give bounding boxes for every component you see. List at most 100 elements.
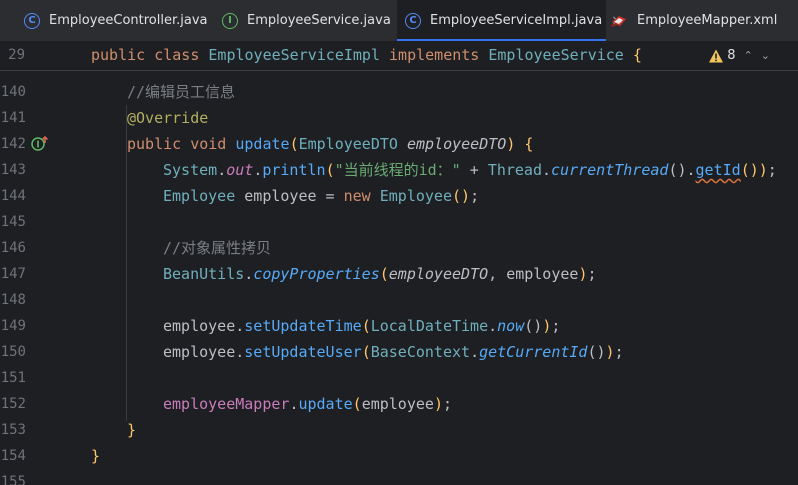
code-row: 152 employeeMapper.update(employee); xyxy=(0,391,798,417)
sticky-class-header[interactable]: 29 public class EmployeeServiceImpl impl… xyxy=(0,41,798,71)
annotation: @Override xyxy=(127,109,209,127)
method-name: update xyxy=(235,135,290,153)
line-number: 142 xyxy=(0,136,26,152)
line-number: 147 xyxy=(0,266,26,282)
java-interface-icon: I xyxy=(222,12,238,29)
field: out xyxy=(226,161,254,179)
line-number: 152 xyxy=(0,396,26,412)
comment: //对象属性拷贝 xyxy=(163,239,272,257)
method-call: setUpdateUser xyxy=(244,343,362,361)
line-number: 29 xyxy=(8,47,25,63)
code-line: //对象属性拷贝 xyxy=(163,235,271,261)
variable: employee xyxy=(163,317,236,335)
line-number: 148 xyxy=(0,292,26,308)
code-row: 141 @Override xyxy=(0,105,798,131)
class-name: EmployeeServiceImpl xyxy=(208,46,380,64)
line-number: 140 xyxy=(0,84,26,100)
method-call: getId xyxy=(695,161,741,179)
inspection-widget[interactable]: 8 ⌃ ⌄ xyxy=(708,41,770,70)
method-call: getCurrentId xyxy=(479,343,588,361)
previous-highlight-icon[interactable]: ⌃ xyxy=(744,49,753,62)
variable: employee xyxy=(506,265,579,283)
next-highlight-icon[interactable]: ⌄ xyxy=(761,49,770,62)
brace: { xyxy=(524,135,534,153)
method-call: setUpdateTime xyxy=(244,317,362,335)
method-call: currentThread xyxy=(551,161,669,179)
code-row: 153 } xyxy=(0,417,798,443)
line-number: 153 xyxy=(0,422,26,438)
brace: } xyxy=(91,447,101,465)
class-name: LocalDateTime xyxy=(370,317,489,335)
parameter: employeeDTO xyxy=(388,265,489,283)
xml-file-icon xyxy=(611,15,626,27)
variable: employee xyxy=(361,395,434,413)
tab-label: EmployeeServiceImpl.java xyxy=(430,13,603,28)
code-row: 143 System.out.println("当前线程的id：" + Thre… xyxy=(0,157,798,183)
class-name: BeanUtils xyxy=(163,265,245,283)
warning-icon xyxy=(709,49,724,62)
code-line: } xyxy=(91,443,100,469)
code-row: 142 public void update(EmployeeDTO emplo… xyxy=(0,131,798,157)
brace: } xyxy=(127,421,137,439)
field: employeeMapper xyxy=(163,395,290,413)
java-class-icon: C xyxy=(405,12,421,29)
code-row: 151 xyxy=(0,365,798,391)
code-line: BeanUtils.copyProperties(employeeDTO, em… xyxy=(163,265,597,283)
variable: employee xyxy=(244,187,317,205)
method-call: now xyxy=(497,317,525,335)
class-name: System xyxy=(163,161,218,179)
variable: employee xyxy=(163,343,236,361)
method-call: copyProperties xyxy=(253,265,380,283)
code-row: 144 Employee employee = new Employee(); xyxy=(0,183,798,209)
line-number: 150 xyxy=(0,344,26,360)
keyword: new xyxy=(343,187,371,205)
code-row: 146 //对象属性拷贝 xyxy=(0,235,798,261)
editor-tab-bar: C EmployeeController.java I EmployeeServ… xyxy=(0,0,798,42)
method-call: println xyxy=(262,161,326,179)
implements-method-icon[interactable] xyxy=(31,136,49,152)
parameter: employeeDTO xyxy=(406,135,507,153)
line-number: 154 xyxy=(0,448,26,464)
code-line: employeeMapper.update(employee); xyxy=(163,395,452,413)
line-number: 141 xyxy=(0,110,26,126)
code-line: employee.setUpdateTime(LocalDateTime.now… xyxy=(163,317,561,335)
code-row: 150 employee.setUpdateUser(BaseContext.g… xyxy=(0,339,798,365)
java-class-icon: C xyxy=(24,12,40,29)
tab-employee-service[interactable]: I EmployeeService.java xyxy=(222,0,391,41)
string-literal: "当前线程的id：" xyxy=(334,161,461,179)
code-line: @Override xyxy=(127,105,208,131)
class-name: BaseContext xyxy=(370,343,471,361)
comment: //编辑员工信息 xyxy=(127,83,236,101)
line-number: 145 xyxy=(0,214,26,230)
warning-count: 8 xyxy=(727,48,736,63)
code-row: 154 } xyxy=(0,443,798,469)
code-line: System.out.println("当前线程的id：" + Thread.c… xyxy=(163,161,777,179)
line-number: 144 xyxy=(0,188,26,204)
code-row: 145 xyxy=(0,209,798,235)
interface-name: EmployeeService xyxy=(488,46,624,64)
type-name: EmployeeDTO xyxy=(298,135,398,153)
tab-label: EmployeeMapper.xml xyxy=(637,13,778,28)
method-call: update xyxy=(298,395,353,413)
tab-employee-service-impl[interactable]: C EmployeeServiceImpl.java × xyxy=(397,0,623,41)
code-line: public void update(EmployeeDTO employeeD… xyxy=(127,135,534,153)
tab-employee-mapper[interactable]: EmployeeMapper.xml xyxy=(610,0,777,41)
code-row: 140 //编辑员工信息 xyxy=(0,79,798,105)
line-number: 155 xyxy=(0,474,26,485)
tab-label: EmployeeService.java xyxy=(247,13,391,28)
line-number: 143 xyxy=(0,162,26,178)
code-line: employee.setUpdateUser(BaseContext.getCu… xyxy=(163,343,624,361)
keyword: public xyxy=(127,135,182,153)
code-line: Employee employee = new Employee(); xyxy=(163,187,480,205)
code-line: //编辑员工信息 xyxy=(127,79,235,105)
keyword: implements xyxy=(389,46,480,64)
code-editor[interactable]: 140 //编辑员工信息 141 @Override 142 public vo… xyxy=(0,71,798,485)
code-line: } xyxy=(127,417,136,443)
line-number: 146 xyxy=(0,240,26,256)
keyword: class xyxy=(154,46,200,64)
line-number: 151 xyxy=(0,370,26,386)
type-name: Employee xyxy=(379,187,452,205)
tab-employee-controller[interactable]: C EmployeeController.java xyxy=(24,0,208,41)
code-row: 147 BeanUtils.copyProperties(employeeDTO… xyxy=(0,261,798,287)
code-row: 148 xyxy=(0,287,798,313)
